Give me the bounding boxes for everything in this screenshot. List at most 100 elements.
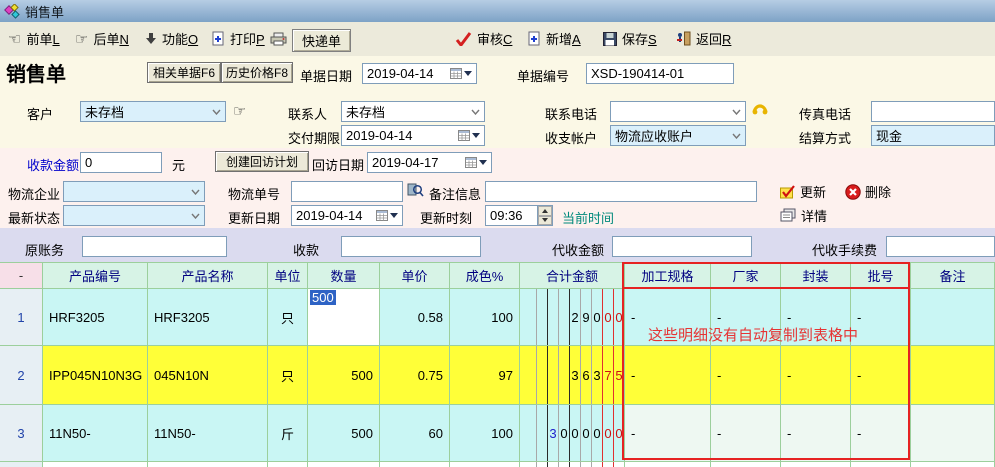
column-header-8[interactable]: 加工规格 — [625, 263, 711, 288]
customer-select[interactable]: 未存档 — [80, 101, 226, 122]
cell-batch[interactable]: - — [851, 346, 911, 404]
cell-spec[interactable]: - — [625, 405, 711, 461]
column-header-7[interactable]: 合计金额 — [520, 263, 625, 288]
collect-input[interactable] — [612, 236, 752, 257]
chevron-down-icon[interactable] — [188, 213, 200, 219]
chevron-down-icon[interactable] — [729, 133, 741, 139]
cell-batch[interactable]: - — [851, 405, 911, 461]
phone-icon[interactable] — [751, 100, 769, 119]
cell-note[interactable] — [911, 405, 995, 461]
column-header-3[interactable]: 单位 — [268, 263, 308, 288]
column-header-2[interactable]: 产品名称 — [148, 263, 268, 288]
column-header-5[interactable]: 单价 — [380, 263, 450, 288]
cell-amount[interactable]: 36375 — [520, 346, 625, 404]
cell-price[interactable]: 0.58 — [380, 289, 450, 345]
cell-purity[interactable]: 100 — [450, 405, 520, 461]
related-docs-button[interactable]: 相关单据F6 — [147, 62, 221, 83]
column-header-10[interactable]: 封装 — [781, 263, 851, 288]
phone-select[interactable] — [610, 101, 746, 122]
chevron-down-icon[interactable] — [188, 189, 200, 195]
chevron-down-icon[interactable] — [209, 109, 221, 115]
prev-order-button[interactable]: ☜ 前单L — [8, 29, 60, 48]
save-button[interactable]: 保存S — [603, 29, 657, 48]
collect-fee-input[interactable] — [886, 236, 995, 257]
cell-product-code[interactable]: 11N50- — [43, 405, 148, 461]
cell-purity[interactable]: 97 — [450, 346, 520, 404]
function-button[interactable]: 功能O — [145, 29, 198, 48]
cell-unit[interactable]: 只 — [268, 289, 308, 345]
create-visit-plan-button[interactable]: 创建回访计划 — [215, 151, 309, 172]
time-spinner[interactable] — [537, 206, 552, 225]
cell-purity[interactable]: 100 — [450, 289, 520, 345]
chevron-down-icon[interactable] — [468, 109, 480, 115]
update-button[interactable]: 更新 — [780, 182, 826, 201]
fax-input[interactable] — [871, 101, 995, 122]
column-header-0[interactable]: - — [0, 263, 43, 288]
cell-qty[interactable]: 500 — [308, 346, 380, 404]
cell-product-code[interactable]: HRF3205 — [43, 289, 148, 345]
doc-date-field[interactable]: 2019-04-14 — [362, 63, 477, 84]
cell-batch[interactable]: - — [851, 289, 911, 345]
audit-button[interactable]: 审核C — [455, 29, 512, 48]
cell-product-name[interactable]: 045N10N — [148, 346, 268, 404]
receipt-input[interactable] — [341, 236, 481, 257]
column-header-4[interactable]: 数量 — [308, 263, 380, 288]
contact-select[interactable]: 未存档 — [341, 101, 485, 122]
calendar-icon[interactable] — [450, 68, 472, 79]
cell-maker[interactable]: - — [711, 405, 781, 461]
table-row-2[interactable]: 2IPP045N10N3G045N10N只5000.759736375---- — [0, 346, 995, 405]
print-button[interactable]: 打印P — [212, 29, 287, 48]
delivery-date-field[interactable]: 2019-04-14 — [341, 125, 485, 146]
cell-amount[interactable]: 29000 — [520, 289, 625, 345]
account-select[interactable]: 物流应收账户 — [610, 125, 746, 146]
cell-product-name[interactable]: HRF3205 — [148, 289, 268, 345]
cell-price[interactable]: 0.75 — [380, 346, 450, 404]
cell-product-name[interactable]: 11N50- — [148, 405, 268, 461]
status-select[interactable] — [63, 205, 205, 226]
calendar-icon[interactable] — [465, 157, 487, 168]
current-time-link[interactable]: 当前时间 — [562, 208, 614, 227]
chevron-down-icon[interactable] — [729, 109, 741, 115]
cell-qty[interactable]: 500 — [308, 405, 380, 461]
row-number[interactable]: 3 — [0, 405, 43, 461]
cell-pack[interactable]: - — [781, 405, 851, 461]
cell-maker[interactable]: - — [711, 346, 781, 404]
cell-spec[interactable]: - — [625, 346, 711, 404]
cell-price[interactable]: 60 — [380, 405, 450, 461]
column-header-6[interactable]: 成色% — [450, 263, 520, 288]
receive-amount-input[interactable]: 0 — [80, 152, 162, 173]
calendar-icon[interactable] — [458, 130, 480, 141]
cell-amount[interactable]: 3000000 — [520, 405, 625, 461]
add-button[interactable]: 新增A — [528, 29, 581, 48]
cell-note[interactable] — [911, 289, 995, 345]
table-row-3[interactable]: 311N50-11N50-斤500601003000000---- — [0, 405, 995, 462]
row-number[interactable]: 2 — [0, 346, 43, 404]
calendar-icon[interactable] — [376, 210, 398, 221]
back-button[interactable]: 返回R — [676, 29, 731, 48]
delete-button[interactable]: 删除 — [845, 182, 891, 201]
old-account-input[interactable] — [82, 236, 227, 257]
history-price-button[interactable]: 历史价格F8 — [221, 62, 293, 83]
update-time-field[interactable]: 09:36 — [485, 205, 553, 226]
column-header-11[interactable]: 批号 — [851, 263, 911, 288]
row-number[interactable]: 1 — [0, 289, 43, 345]
visit-date-field[interactable]: 2019-04-17 — [367, 152, 492, 173]
logistics-select[interactable] — [63, 181, 205, 202]
column-header-12[interactable]: 备注 — [911, 263, 995, 288]
express-order-button[interactable]: 快递单 — [292, 29, 351, 52]
qty-edit-selection[interactable]: 500 — [310, 290, 336, 305]
column-header-9[interactable]: 厂家 — [711, 263, 781, 288]
next-order-button[interactable]: ☞ 后单N — [75, 29, 129, 48]
search-doc-icon[interactable] — [407, 182, 424, 200]
cell-note[interactable] — [911, 346, 995, 404]
cell-product-code[interactable]: IPP045N10N3G — [43, 346, 148, 404]
pick-customer-hand-icon[interactable]: ☞ — [233, 102, 246, 120]
cell-pack[interactable]: - — [781, 346, 851, 404]
waybill-input[interactable] — [291, 181, 403, 202]
note-input[interactable] — [485, 181, 757, 202]
cell-qty[interactable]: 500 — [308, 289, 380, 345]
doc-no-input[interactable]: XSD-190414-01 — [586, 63, 734, 84]
cell-unit[interactable]: 只 — [268, 346, 308, 404]
column-header-1[interactable]: 产品编号 — [43, 263, 148, 288]
settle-input[interactable]: 现金 — [871, 125, 995, 146]
